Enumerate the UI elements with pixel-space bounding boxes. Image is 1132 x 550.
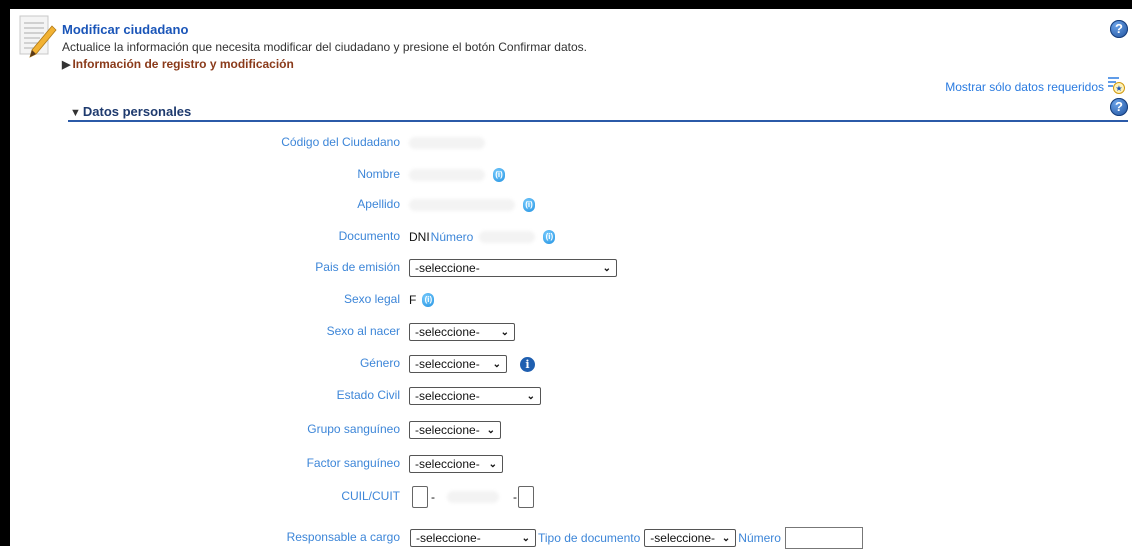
tipo-documento-label: Tipo de documento: [538, 531, 641, 545]
chevron-down-icon: ⌄: [526, 390, 535, 402]
genero-select[interactable]: -seleccione- ⌄: [409, 355, 507, 373]
triangle-right-icon: ▶: [62, 59, 71, 71]
estado-civil-label: Estado Civil: [336, 388, 400, 402]
row-grupo-sanguineo: Grupo sanguíneo -seleccione- ⌄: [0, 418, 1132, 442]
registro-link-label: Información de registro y modificación: [72, 57, 294, 71]
codigo-value-redacted: [409, 137, 485, 149]
cuil-separator-1: -: [431, 490, 435, 504]
page-description: Actualice la información que necesita mo…: [62, 40, 587, 54]
row-cuil: CUIL/CUIT - -: [0, 485, 1132, 509]
documento-numero-label: Número: [430, 230, 474, 244]
responsable-label: Responsable a cargo: [286, 530, 400, 544]
documento-numero-redacted: [479, 231, 536, 243]
factor-sanguineo-select[interactable]: -seleccione- ⌄: [409, 455, 503, 473]
documento-info-badge-icon[interactable]: (i): [543, 230, 556, 244]
pais-emision-label: Pais de emisión: [315, 260, 400, 274]
help-icon[interactable]: ?: [1110, 20, 1128, 38]
apellido-label: Apellido: [357, 197, 400, 211]
svg-text:★: ★: [1115, 84, 1122, 93]
row-estado-civil: Estado Civil -seleccione- ⌄: [0, 384, 1132, 408]
triangle-down-icon: ▼: [70, 107, 81, 119]
responsable-numero-label: Número: [738, 531, 781, 545]
documento-label: Documento: [338, 229, 400, 243]
section-divider: [68, 120, 1128, 122]
chevron-down-icon: ⌄: [488, 458, 497, 470]
sexo-nacer-label: Sexo al nacer: [326, 324, 400, 338]
chevron-down-icon: ⌄: [721, 532, 731, 544]
documento-tipo: DNI: [409, 230, 430, 244]
codigo-label: Código del Ciudadano: [281, 135, 400, 149]
row-codigo: Código del Ciudadano: [0, 131, 1132, 155]
responsable-select[interactable]: -seleccione- ⌄: [410, 529, 536, 547]
factor-sanguineo-label: Factor sanguíneo: [306, 456, 400, 470]
row-factor-sanguineo: Factor sanguíneo -seleccione- ⌄: [0, 452, 1132, 476]
grupo-sanguineo-label: Grupo sanguíneo: [307, 422, 400, 436]
cuil-separator-2: -: [513, 490, 517, 504]
nombre-value-redacted: [409, 169, 485, 181]
window-top-border: [0, 0, 1132, 9]
cuil-suffix-input[interactable]: [518, 486, 534, 508]
row-sexo-nacer: Sexo al nacer -seleccione- ⌄: [0, 320, 1132, 344]
chevron-down-icon: ⌄: [500, 326, 509, 338]
chevron-down-icon: ⌄: [486, 424, 495, 436]
sexo-nacer-select[interactable]: -seleccione- ⌄: [409, 323, 515, 341]
cuil-prefix-input[interactable]: [412, 486, 428, 508]
genero-label: Género: [359, 356, 400, 370]
genero-info-icon[interactable]: i: [520, 356, 535, 372]
sexo-legal-info-badge-icon[interactable]: (i): [422, 293, 435, 307]
apellido-info-badge-icon[interactable]: (i): [523, 198, 535, 212]
chevron-down-icon: ⌄: [521, 532, 530, 544]
section-help-icon[interactable]: ?: [1110, 98, 1128, 116]
row-responsable: Responsable a cargo -seleccione- ⌄ Tipo d…: [0, 526, 1132, 550]
pais-emision-select[interactable]: -seleccione- ⌄: [409, 259, 617, 277]
row-apellido: Apellido (i): [0, 193, 1132, 217]
mostrar-requeridos-link[interactable]: Mostrar sólo datos requeridos: [945, 80, 1104, 94]
cuil-number-redacted: [447, 491, 499, 503]
section-title-label: Datos personales: [82, 104, 192, 119]
registro-modificacion-toggle[interactable]: ▶ Información de registro y modificación: [62, 57, 294, 71]
nombre-info-badge-icon[interactable]: (i): [493, 168, 505, 182]
row-pais-emision: Pais de emisión -seleccione- ⌄: [0, 256, 1132, 280]
estado-civil-select[interactable]: -seleccione- ⌄: [409, 387, 541, 405]
nombre-label: Nombre: [357, 167, 400, 181]
sexo-legal-label: Sexo legal: [343, 292, 400, 306]
apellido-value-redacted: [409, 199, 515, 211]
cuil-label: CUIL/CUIT: [341, 489, 400, 503]
tipo-documento-select[interactable]: -seleccione- ⌄: [644, 529, 737, 547]
sexo-legal-value: F: [409, 293, 417, 307]
edit-document-icon: [19, 15, 57, 58]
chevron-down-icon: ⌄: [492, 358, 501, 370]
grupo-sanguineo-select[interactable]: -seleccione- ⌄: [409, 421, 501, 439]
section-datos-personales[interactable]: ▼ Datos personales: [70, 104, 191, 119]
row-documento: Documento DNI Número (i): [0, 225, 1132, 249]
list-star-icon[interactable]: ★: [1107, 75, 1125, 95]
page-title: Modificar ciudadano: [62, 22, 189, 37]
row-sexo-legal: Sexo legal F (i): [0, 288, 1132, 312]
row-nombre: Nombre (i): [0, 163, 1132, 187]
row-genero: Género -seleccione- ⌄ i: [0, 352, 1132, 376]
chevron-down-icon: ⌄: [602, 262, 611, 274]
